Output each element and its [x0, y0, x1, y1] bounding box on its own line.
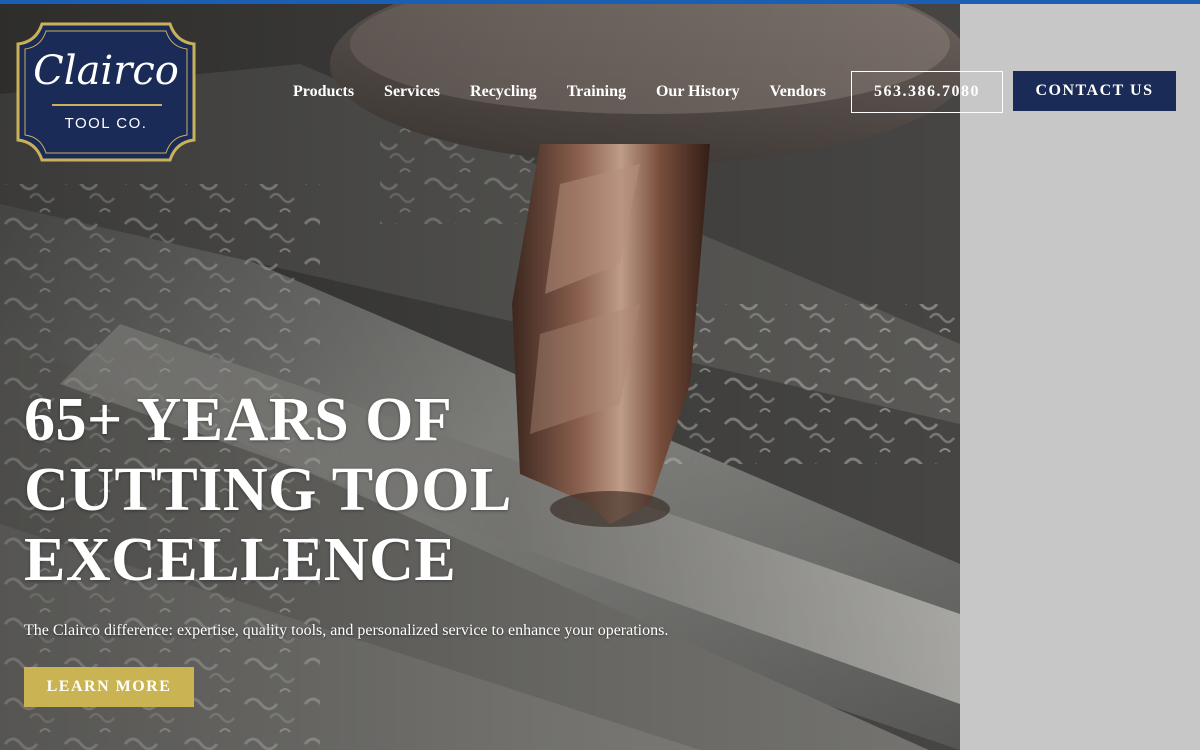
- right-gray-panel: [960, 4, 1200, 750]
- clairco-logo[interactable]: Clairco TOOL CO.: [14, 18, 198, 166]
- logo-text: Clairco TOOL CO.: [14, 18, 198, 166]
- learn-more-button[interactable]: LEARN MORE: [24, 667, 194, 707]
- headline-line-3: EXCELLENCE: [24, 526, 457, 594]
- page: Clairco TOOL CO. Products Services Recyc…: [0, 0, 1200, 750]
- logo-subtitle: TOOL CO.: [64, 115, 148, 132]
- headline-line-2: CUTTING TOOL: [24, 456, 512, 524]
- headline-line-1: 65+ YEARS OF: [24, 386, 453, 454]
- hero-headline: 65+ YEARS OF CUTTING TOOL EXCELLENCE: [24, 385, 584, 595]
- phone-number-button[interactable]: 563.386.7080: [851, 71, 1003, 113]
- logo-divider: [52, 104, 162, 106]
- nav-item-recycling[interactable]: Recycling: [455, 80, 552, 104]
- main-navigation: Products Services Recycling Training Our…: [278, 80, 841, 104]
- hero-tagline: The Clairco difference: expertise, quali…: [24, 622, 669, 639]
- nav-item-vendors[interactable]: Vendors: [755, 80, 841, 104]
- nav-item-products[interactable]: Products: [278, 80, 369, 104]
- nav-item-training[interactable]: Training: [552, 80, 641, 104]
- top-accent-bar: [0, 0, 1200, 4]
- logo-wordmark: Clairco: [33, 48, 179, 94]
- nav-item-services[interactable]: Services: [369, 80, 455, 104]
- nav-item-our-history[interactable]: Our History: [641, 80, 755, 104]
- contact-us-button[interactable]: CONTACT US: [1013, 71, 1176, 111]
